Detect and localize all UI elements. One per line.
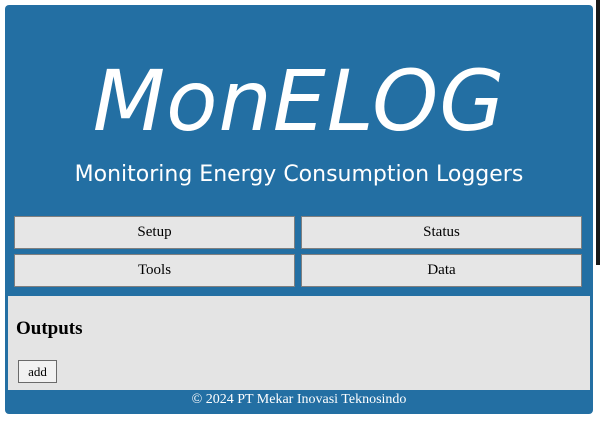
logo-text: MonELOG: [92, 52, 506, 150]
window-edge: [596, 0, 600, 265]
main-nav: Setup Status Tools Data: [14, 216, 584, 290]
footer-copyright: © 2024 PT Mekar Inovasi Teknosindo: [191, 392, 407, 407]
add-output-button[interactable]: add: [18, 360, 57, 383]
setup-button[interactable]: Setup: [14, 216, 295, 249]
tools-button[interactable]: Tools: [14, 254, 295, 287]
header: MonELOG Monitoring Energy Consumption Lo…: [5, 5, 593, 215]
status-button[interactable]: Status: [301, 216, 582, 249]
outputs-panel: Outputs add: [8, 296, 590, 390]
subtitle: Monitoring Energy Consumption Loggers: [74, 162, 524, 187]
data-button[interactable]: Data: [301, 254, 582, 287]
app-container: MonELOG Monitoring Energy Consumption Lo…: [5, 5, 593, 414]
outputs-title: Outputs: [16, 318, 83, 339]
